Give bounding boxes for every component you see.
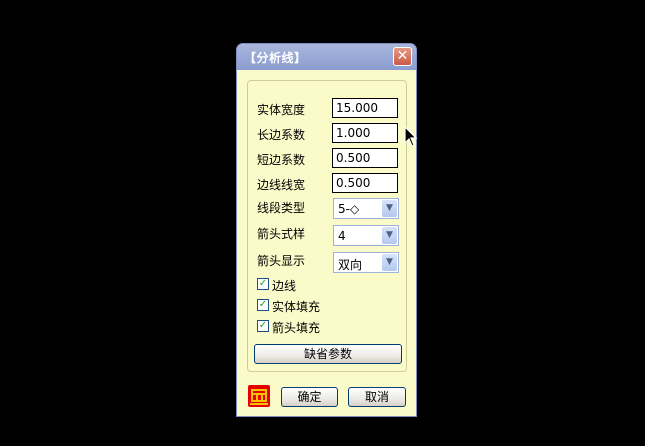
chevron-down-icon[interactable]: ▼ xyxy=(382,254,397,271)
segment-type-label: 线段类型 xyxy=(257,201,306,215)
close-button[interactable]: ✕ xyxy=(393,47,412,66)
arrow-fill-checkbox-label: 箭头填充 xyxy=(272,321,321,335)
short-side-factor-label: 短边系数 xyxy=(257,153,306,167)
title-bar[interactable]: 【分析线】 ✕ xyxy=(237,44,416,70)
segment-type-select[interactable]: 5-◇ ▼ xyxy=(333,198,399,219)
arrow-style-label: 箭头式样 xyxy=(257,227,306,241)
close-icon: ✕ xyxy=(396,48,409,64)
ok-button[interactable]: 确定 xyxy=(281,387,338,407)
long-side-factor-label: 长边系数 xyxy=(257,128,306,142)
entity-width-input[interactable]: 15.000 xyxy=(332,98,398,118)
edge-line-checkbox-label: 边线 xyxy=(272,279,297,293)
edge-line-width-label: 边线线宽 xyxy=(257,178,306,192)
chevron-down-icon[interactable]: ▼ xyxy=(382,227,397,244)
edge-line-width-input[interactable]: 0.500 xyxy=(332,173,398,193)
app-logo-icon xyxy=(248,385,270,407)
segment-type-value: 5-◇ xyxy=(338,202,360,216)
entity-fill-checkbox[interactable]: ✓ xyxy=(257,299,269,311)
entity-fill-checkbox-label: 实体填充 xyxy=(272,300,321,314)
long-side-factor-input[interactable]: 1.000 xyxy=(332,123,398,143)
chevron-down-icon[interactable]: ▼ xyxy=(382,200,397,217)
default-params-button[interactable]: 缺省参数 xyxy=(254,344,402,364)
analysis-line-dialog: 【分析线】 ✕ 实体宽度 15.000 长边系数 1.000 短边系数 0.50… xyxy=(236,43,417,417)
arrow-display-value: 双向 xyxy=(338,258,363,272)
entity-width-label: 实体宽度 xyxy=(257,103,306,117)
arrow-style-value: 4 xyxy=(338,229,346,243)
arrow-fill-checkbox[interactable]: ✓ xyxy=(257,320,269,332)
short-side-factor-input[interactable]: 0.500 xyxy=(332,148,398,168)
mouse-cursor-icon xyxy=(404,125,418,151)
arrow-style-select[interactable]: 4 ▼ xyxy=(333,225,399,246)
edge-line-checkbox[interactable]: ✓ xyxy=(257,278,269,290)
arrow-display-select[interactable]: 双向 ▼ xyxy=(333,252,399,273)
cancel-button[interactable]: 取消 xyxy=(348,387,406,407)
arrow-display-label: 箭头显示 xyxy=(257,254,306,268)
window-title: 【分析线】 xyxy=(244,51,307,65)
